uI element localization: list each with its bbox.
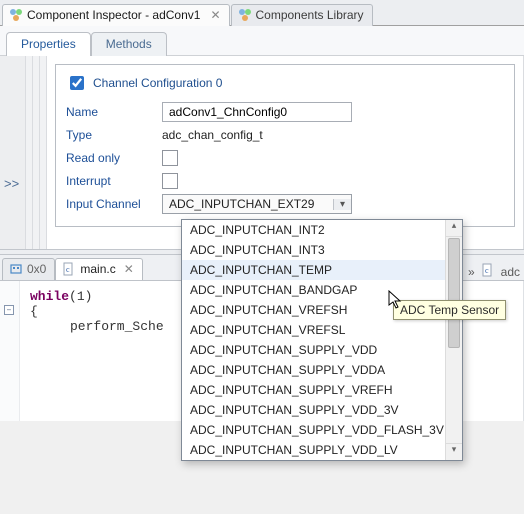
- dropdown-option[interactable]: ADC_INPUTCHAN_VREFSL: [182, 320, 462, 340]
- dropdown-option[interactable]: ADC_INPUTCHAN_SUPPLY_VREFH: [182, 380, 462, 400]
- svg-text:c: c: [66, 265, 70, 274]
- fold-gutter: –: [0, 281, 20, 421]
- dropdown-option[interactable]: ADC_INPUTCHAN_INT3: [182, 240, 462, 260]
- tab-label: Component Inspector - adConv1: [27, 8, 200, 22]
- gutter-spacer: [33, 56, 40, 249]
- group-title: Channel Configuration 0: [93, 76, 222, 90]
- name-label: Name: [66, 105, 162, 119]
- trailing-tab-label: adc: [501, 265, 520, 279]
- channel-config-group: Channel Configuration 0 Name Type adc_ch…: [55, 64, 515, 227]
- readonly-checkbox[interactable]: [162, 150, 178, 166]
- tab-memory-view[interactable]: 0x0: [2, 258, 55, 280]
- tab-properties[interactable]: Properties: [6, 32, 91, 56]
- tab-label: main.c: [80, 262, 115, 276]
- inspector-sub-tabstrip: Properties Methods: [0, 26, 524, 56]
- row-name: Name: [66, 101, 504, 123]
- tab-components-library[interactable]: Components Library: [231, 4, 373, 26]
- component-icon: [238, 8, 252, 22]
- dropdown-list: ADC_INPUTCHAN_INT2 ADC_INPUTCHAN_INT3 AD…: [182, 220, 462, 460]
- collapse-gutter[interactable]: >>: [0, 56, 26, 249]
- component-icon: [9, 8, 23, 22]
- interrupt-label: Interrupt: [66, 174, 162, 188]
- input-channel-select[interactable]: ADC_INPUTCHAN_EXT29 ▾: [162, 194, 352, 214]
- gutter-spacer: [40, 56, 47, 249]
- tab-label: Components Library: [256, 8, 364, 22]
- keyword-while: while: [30, 289, 69, 304]
- input-channel-dropdown[interactable]: ADC_INPUTCHAN_INT2 ADC_INPUTCHAN_INT3 AD…: [181, 219, 463, 461]
- dropdown-option[interactable]: ADC_INPUTCHAN_BANDGAP: [182, 280, 462, 300]
- input-channel-label: Input Channel: [66, 197, 162, 211]
- row-interrupt: Interrupt: [66, 170, 504, 192]
- memory-icon: [9, 262, 23, 276]
- dropdown-option[interactable]: ADC_INPUTCHAN_TEMP: [182, 260, 462, 280]
- row-input-channel: Input Channel ADC_INPUTCHAN_EXT29 ▾: [66, 193, 504, 215]
- dropdown-option[interactable]: ADC_INPUTCHAN_SUPPLY_VDD_3V: [182, 400, 462, 420]
- type-label: Type: [66, 128, 162, 142]
- tab-methods[interactable]: Methods: [91, 32, 167, 56]
- tooltip: ADC Temp Sensor: [393, 300, 506, 320]
- dropdown-option[interactable]: ADC_INPUTCHAN_SUPPLY_VDD_LV: [182, 440, 462, 460]
- view-tabstrip: Component Inspector - adConv1 ✕ Componen…: [0, 0, 524, 26]
- c-file-icon: c: [62, 262, 76, 276]
- tab-main-c[interactable]: c main.c ✕: [55, 258, 142, 280]
- tab-component-inspector[interactable]: Component Inspector - adConv1 ✕: [2, 4, 230, 26]
- collapse-chevrons-icon: >>: [4, 176, 19, 191]
- scroll-down-icon[interactable]: ▾: [446, 443, 462, 460]
- overflow-chevrons-icon[interactable]: »: [468, 265, 475, 279]
- chevron-down-icon: ▾: [333, 199, 351, 210]
- tab-label: 0x0: [27, 262, 46, 276]
- close-icon[interactable]: ✕: [124, 262, 134, 276]
- dropdown-option[interactable]: ADC_INPUTCHAN_SUPPLY_VDDA: [182, 360, 462, 380]
- readonly-label: Read only: [66, 151, 162, 165]
- dropdown-option[interactable]: ADC_INPUTCHAN_SUPPLY_VDD_FLASH_3V: [182, 420, 462, 440]
- gutter-stack: >>: [0, 56, 47, 249]
- gutter-spacer: [26, 56, 33, 249]
- group-checkbox[interactable]: [70, 76, 84, 90]
- select-value: ADC_INPUTCHAN_EXT29: [163, 197, 333, 211]
- tab-label: Methods: [106, 37, 152, 51]
- dropdown-scrollbar[interactable]: ▴ ▾: [445, 220, 462, 460]
- fold-minus-icon[interactable]: –: [4, 305, 14, 315]
- c-file-icon: c: [481, 263, 495, 280]
- mouse-cursor-icon: [388, 290, 404, 313]
- tab-label: Properties: [21, 37, 76, 51]
- scrollbar-thumb[interactable]: [448, 238, 460, 348]
- row-readonly: Read only: [66, 147, 504, 169]
- scroll-up-icon[interactable]: ▴: [446, 220, 462, 237]
- row-type: Type adc_chan_config_t: [66, 124, 504, 146]
- svg-text:c: c: [485, 266, 489, 275]
- type-value: adc_chan_config_t: [162, 128, 263, 142]
- name-input[interactable]: [162, 102, 352, 122]
- dropdown-option[interactable]: ADC_INPUTCHAN_SUPPLY_VDD: [182, 340, 462, 360]
- dropdown-option[interactable]: ADC_INPUTCHAN_INT2: [182, 220, 462, 240]
- close-icon[interactable]: ✕: [210, 8, 220, 22]
- group-header[interactable]: Channel Configuration 0: [66, 73, 504, 93]
- interrupt-checkbox[interactable]: [162, 173, 178, 189]
